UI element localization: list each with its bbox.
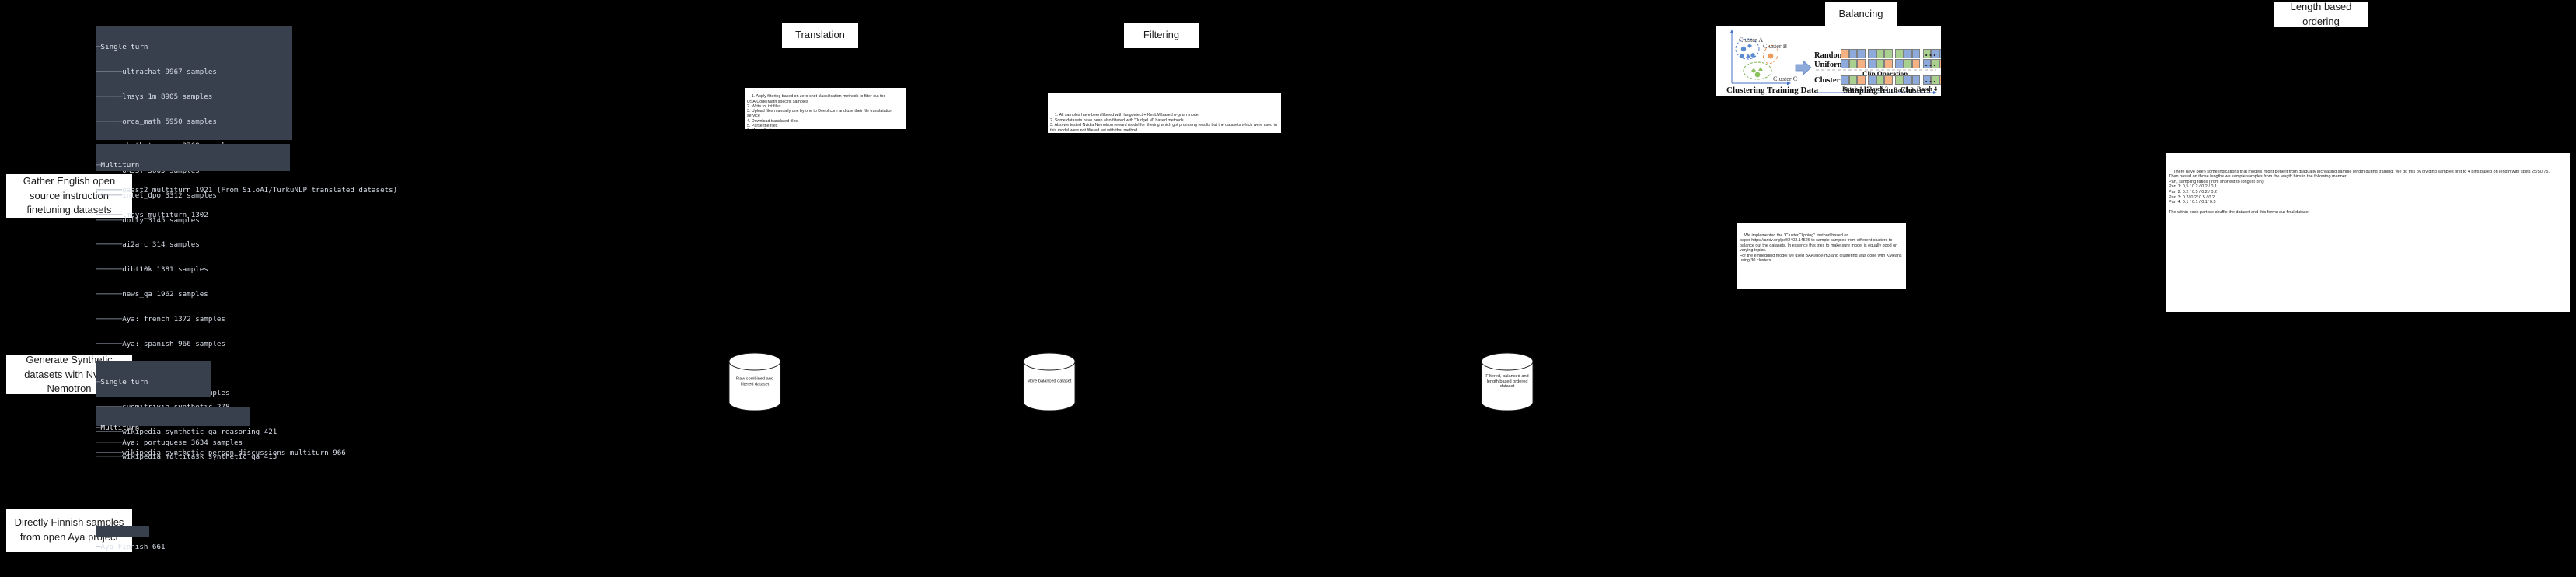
- tree-node-single-turn: ─Single turn: [96, 43, 148, 52]
- datastore-final-label: Filtered, balanced and length based orde…: [1485, 374, 1529, 390]
- sample-cell: [1904, 59, 1912, 68]
- translation-steps-text: 1. Apply filtering based on zero-shot cl…: [745, 88, 906, 129]
- tree-item: ──────Aya: spanish 966 samples: [96, 339, 225, 348]
- batch-label-3: Batch 3: [1894, 86, 1914, 93]
- row-label-uniform: Uniform: [1814, 61, 1845, 69]
- step-box-length-ordering-label: Length based ordering: [2290, 0, 2352, 27]
- sample-cell: [1868, 49, 1876, 58]
- tree-item: ──────lmsys_1m 8905 samples: [96, 92, 213, 101]
- sample-cell: [1895, 59, 1904, 68]
- sample-cell: [1904, 49, 1912, 58]
- tree-item: ──────oaast2_multiturn 1921 (From SiloAI…: [96, 185, 398, 194]
- row-label-random: Random: [1814, 51, 1845, 60]
- cluster-b-label: Cluster B: [1763, 43, 1788, 50]
- filtering-steps-text: 1. All samples have been filtered with l…: [1048, 93, 1281, 133]
- step-box-length-ordering: Length based ordering: [2274, 0, 2368, 27]
- tree-item: ──────ai2arc 314 samples: [96, 240, 200, 250]
- tree-item: ──────lmsys_multiturn 1302: [96, 210, 208, 219]
- sample-cell: [1939, 49, 1941, 58]
- sample-cell: [1848, 59, 1858, 68]
- sample-cell: [1857, 59, 1866, 68]
- sample-cell: [1904, 75, 1912, 85]
- sample-cell: [1848, 49, 1858, 58]
- step-box-balancing: Balancing: [1825, 2, 1897, 27]
- tree-node-multiturn: ─Multiturn: [96, 161, 140, 170]
- aya-finnish-tree: ─Aya Finnish 661: [96, 526, 166, 551]
- sample-cell: [1876, 59, 1885, 68]
- sample-cell: [1841, 49, 1849, 58]
- sample-cell: [1895, 75, 1904, 85]
- diagram-canvas: Gather English open source instruction f…: [0, 0, 2576, 577]
- step-box-filtering-label: Filtering: [1143, 29, 1180, 41]
- batch-label-2: Batch 2: [1868, 86, 1888, 93]
- sample-cell: [1939, 59, 1941, 68]
- sample-cell: [1876, 49, 1885, 58]
- cluster-c-label: Cluster C: [1773, 75, 1798, 82]
- datastore-raw-combined: Raw combined and filtered dataset: [728, 351, 782, 412]
- sample-cell: [1848, 75, 1858, 85]
- ellipsis-uniform: ···: [1925, 59, 1938, 71]
- datastore-more-balanced: More balanced dataset: [1022, 351, 1077, 412]
- batch-label-1: Batch 1: [1842, 86, 1862, 93]
- clusterclip-figure: Cluster A Cluster B Cluster C Clustering…: [1716, 26, 1941, 96]
- sample-cell: [1884, 75, 1893, 85]
- tree-node-multiturn: ─Multiturn: [96, 424, 140, 433]
- sample-cell: [1868, 59, 1876, 68]
- sample-cell: [1857, 75, 1866, 85]
- sample-cell: [1939, 75, 1941, 85]
- cluster-a-label: Cluster A: [1739, 37, 1764, 44]
- sample-cell: [1868, 75, 1876, 85]
- datastore-raw-combined-label: Raw combined and filtered dataset: [736, 376, 773, 386]
- step-box-translation-label: Translation: [795, 29, 845, 41]
- tree-item: ──────dibt10k 1381 samples: [96, 265, 208, 275]
- sample-cell: [1911, 49, 1921, 58]
- synthetic-dataset-tree: ─Single turn ──────suomitrivia_synthetic…: [96, 361, 277, 460]
- sample-cell: [1857, 49, 1866, 58]
- tree-item: ─Aya Finnish 661: [96, 543, 166, 552]
- length-ordering-description-body: There have been some indications that mo…: [2169, 169, 2550, 215]
- sample-cell: [1876, 75, 1885, 85]
- datastore-more-balanced-label: More balanced dataset: [1027, 379, 1072, 384]
- clustering-training-data-caption: Clustering Training Data: [1726, 86, 1819, 95]
- tree-item: ──────news_qa 1962 samples: [96, 290, 208, 299]
- sample-cell: [1911, 59, 1921, 68]
- tree-item: ──────Aya: french 1372 samples: [96, 314, 225, 323]
- sample-cell: [1884, 59, 1893, 68]
- datastore-final: Filtered, balanced and length based orde…: [1480, 351, 1534, 412]
- step-box-translation: Translation: [782, 23, 858, 48]
- filtering-steps-body: 1. All samples have been filtered with l…: [1050, 113, 1277, 133]
- open-source-multiturn-tree: ─Multiturn ──────oaast2_multiturn 1921 (…: [96, 144, 397, 219]
- tree-item: ──────orca_math 5950 samples: [96, 117, 217, 126]
- tree-item: ──────wikipedia_synthetic_person_discuss…: [96, 448, 346, 457]
- batch-label-4: Batch 4: [1917, 86, 1937, 93]
- step-box-filtering: Filtering: [1124, 23, 1199, 48]
- balancing-description-text: We implemented the "ClusterClipping" met…: [1737, 223, 1906, 289]
- tree-item: ──────ultrachat 9967 samples: [96, 67, 217, 76]
- tree-node-single-turn: ─Single turn: [96, 378, 148, 387]
- synthetic-multiturn-tree: ─Multiturn ──────wikipedia_synthetic_per…: [96, 407, 346, 457]
- step-box-balancing-label: Balancing: [1838, 8, 1883, 20]
- sample-cell: [1841, 75, 1849, 85]
- length-ordering-description-text: There have been some indications that mo…: [2166, 153, 2570, 312]
- translation-steps-body: 1. Apply filtering based on zero-shot cl…: [747, 94, 893, 129]
- sample-cell: [1841, 59, 1849, 68]
- sample-cell: [1884, 49, 1893, 58]
- sample-cell: [1895, 49, 1904, 58]
- open-source-dataset-tree: ─Single turn ──────ultrachat 9967 sample…: [96, 26, 292, 446]
- sample-cell: [1911, 75, 1921, 85]
- balancing-description-body: We implemented the "ClusterClipping" met…: [1740, 233, 1902, 264]
